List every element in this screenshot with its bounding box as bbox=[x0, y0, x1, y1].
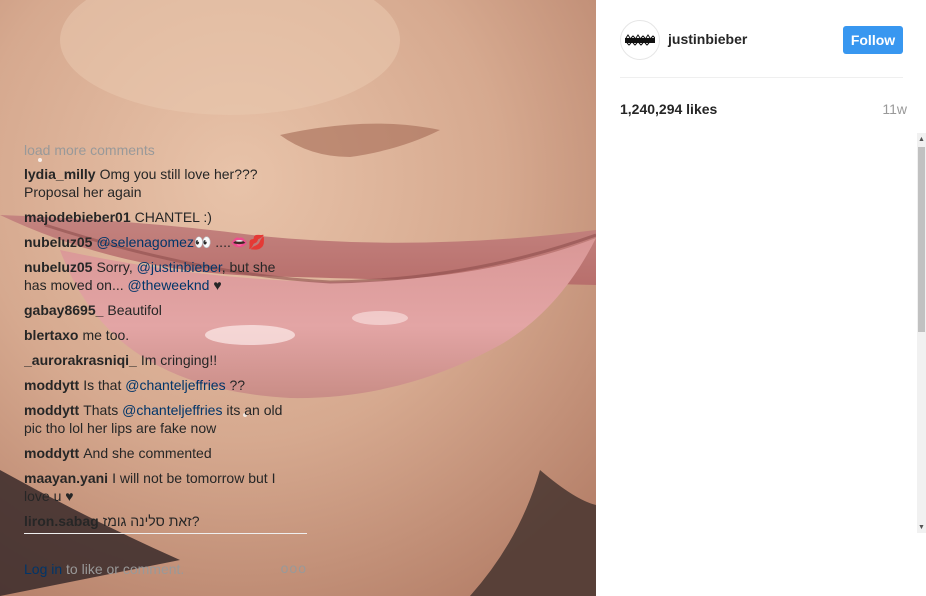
mention-link[interactable]: @justinbieber bbox=[137, 259, 222, 275]
post-header: justinbieber Follow bbox=[620, 20, 903, 78]
comment-text: Sorry, bbox=[96, 259, 137, 275]
post-age[interactable]: 11w bbox=[882, 101, 907, 117]
post-footer: Log in to like or comment. ooo bbox=[24, 533, 307, 596]
mention-link[interactable]: @selenagomez bbox=[96, 234, 194, 250]
comment-user[interactable]: majodebieber01 bbox=[24, 209, 131, 225]
comment: nubeluz05 @selenagomez👀 ....👄💋 bbox=[24, 233, 299, 251]
comment-text: CHANTEL :) bbox=[134, 209, 212, 225]
load-more-comments-link[interactable]: load more comments bbox=[24, 133, 314, 165]
comment-user[interactable]: moddytt bbox=[24, 402, 79, 418]
mention-link[interactable]: @chanteljeffries bbox=[122, 402, 222, 418]
scrollbar-thumb[interactable] bbox=[918, 147, 925, 332]
comment-text: Im cringing!! bbox=[140, 352, 218, 368]
purpose-tour-logo-icon bbox=[625, 34, 655, 46]
comment-user[interactable]: moddytt bbox=[24, 445, 79, 461]
login-rest: to like or comment. bbox=[62, 561, 185, 577]
comment-text: ?? bbox=[225, 377, 246, 393]
comment-user[interactable]: lydia_milly bbox=[24, 166, 96, 182]
comment-text: Is that bbox=[83, 377, 126, 393]
comment: moddytt Is that @chanteljeffries ?? bbox=[24, 376, 299, 394]
comment-text: ♥ bbox=[209, 277, 222, 293]
login-link[interactable]: Log in bbox=[24, 561, 62, 577]
comment-text: And she commented bbox=[83, 445, 212, 461]
comment: moddytt And she commented bbox=[24, 444, 299, 462]
comment: blertaxo me too. bbox=[24, 326, 299, 344]
comment: lydia_milly Omg you still love her??? Pro… bbox=[24, 165, 299, 201]
comment-user[interactable]: moddytt bbox=[24, 377, 79, 393]
comment-text: זאת סלינה גומז? bbox=[102, 513, 200, 529]
comment: maayan.yani I will not be tomorrow but I … bbox=[24, 469, 299, 505]
comment-text: me too. bbox=[82, 327, 130, 343]
comment: _aurorakrasniqi_ Im cringing!! bbox=[24, 351, 299, 369]
username[interactable]: justinbieber bbox=[668, 31, 747, 47]
comment-user[interactable]: nubeluz05 bbox=[24, 234, 92, 250]
comments-list[interactable]: load more comments lydia_milly Omg you st… bbox=[24, 133, 314, 533]
comment-user[interactable]: liron.sabag bbox=[24, 513, 99, 529]
likes-count[interactable]: 1,240,294 likes bbox=[620, 101, 717, 117]
login-prompt: Log in to like or comment. bbox=[24, 561, 184, 577]
more-options-icon[interactable]: ooo bbox=[281, 560, 307, 576]
mention-link[interactable]: @theweeknd bbox=[128, 277, 210, 293]
scroll-down-icon[interactable]: ▼ bbox=[917, 521, 926, 533]
comment: gabay8695_ Beautifol bbox=[24, 301, 299, 319]
comment: liron.sabag זאת סלינה גומז? bbox=[24, 512, 299, 530]
comment-text: Thats bbox=[83, 402, 123, 418]
comment-text: 👀 ....👄💋 bbox=[193, 234, 266, 250]
scroll-up-icon[interactable]: ▲ bbox=[917, 133, 926, 145]
comment: moddytt Thats @chanteljeffries its an old… bbox=[24, 401, 299, 437]
comment: majodebieber01 CHANTEL :) bbox=[24, 208, 299, 226]
comment: nubeluz05 Sorry, @justinbieber, but she h… bbox=[24, 258, 299, 294]
comment-text: Beautifol bbox=[107, 302, 162, 318]
mention-link[interactable]: @chanteljeffries bbox=[125, 377, 225, 393]
post-sidebar: justinbieber Follow 1,240,294 likes 11w bbox=[596, 0, 926, 596]
follow-button[interactable]: Follow bbox=[843, 26, 903, 54]
comments-scrollbar[interactable]: ▲ ▼ bbox=[917, 133, 926, 533]
avatar[interactable] bbox=[620, 20, 660, 60]
comment-user[interactable]: nubeluz05 bbox=[24, 259, 92, 275]
comment-user[interactable]: maayan.yani bbox=[24, 470, 108, 486]
comment-user[interactable]: blertaxo bbox=[24, 327, 78, 343]
comment-user[interactable]: _aurorakrasniqi_ bbox=[24, 352, 137, 368]
comment-user[interactable]: gabay8695_ bbox=[24, 302, 103, 318]
